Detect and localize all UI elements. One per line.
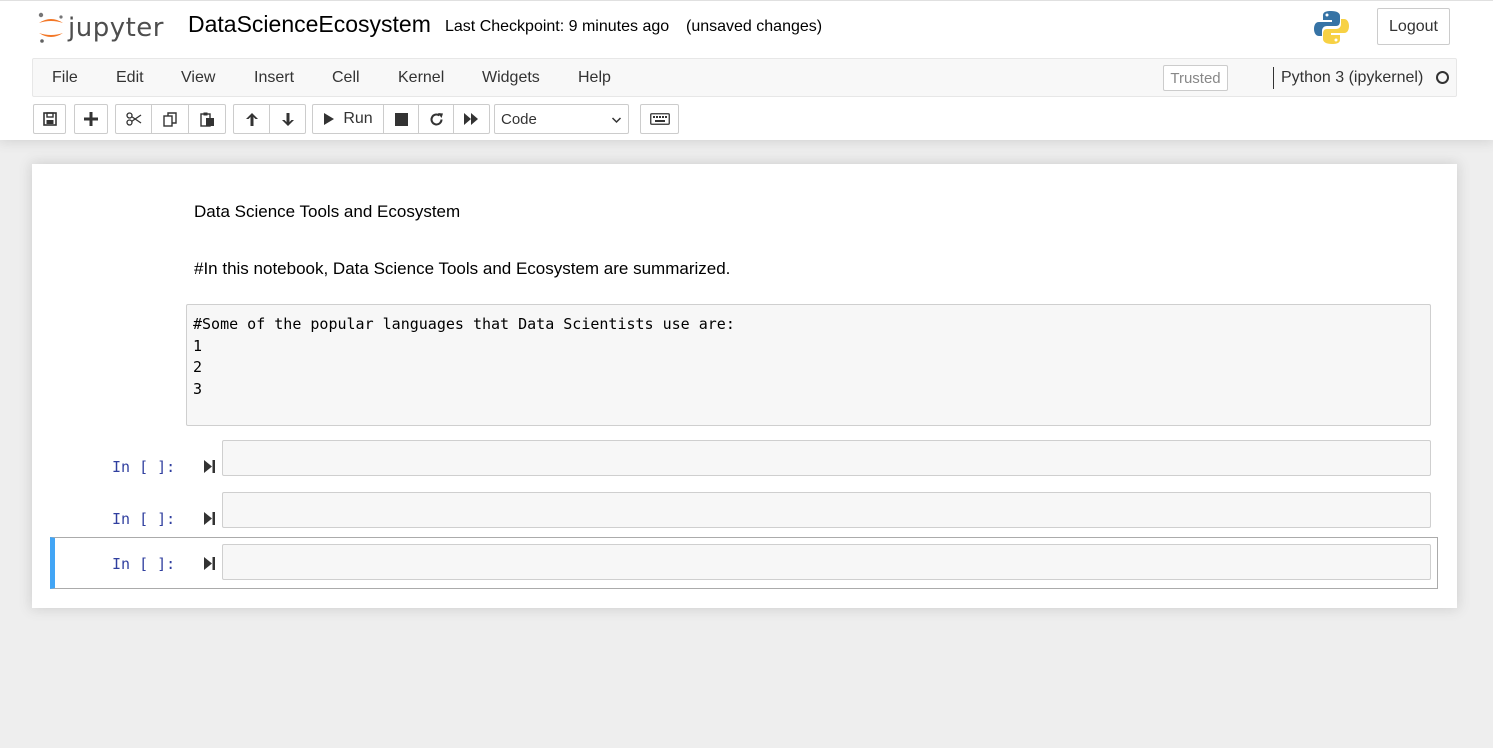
insert-cell-button[interactable] [74, 104, 108, 134]
menu-file[interactable]: File [52, 69, 78, 87]
copy-icon [162, 111, 177, 127]
header: jupyter DataScienceEcosystem Last Checkp… [0, 0, 1493, 140]
menu-edit[interactable]: Edit [116, 69, 144, 87]
keyboard-icon [649, 113, 670, 125]
save-icon [42, 112, 57, 126]
step-forward-icon[interactable] [203, 459, 216, 474]
cell-prompt: In [ ]: [112, 510, 176, 528]
kernel-idle-icon [1436, 71, 1449, 84]
menu-help[interactable]: Help [578, 69, 611, 87]
jupyter-logo-text: jupyter [68, 13, 164, 43]
play-icon [324, 113, 335, 125]
code-cell[interactable]: In [ ]: [50, 440, 1438, 492]
restart-button[interactable] [418, 104, 454, 134]
menu-cell[interactable]: Cell [332, 69, 360, 87]
plus-icon [84, 112, 98, 126]
markdown-cell-summary[interactable]: #In this notebook, Data Science Tools an… [194, 259, 730, 279]
logout-button[interactable]: Logout [1377, 8, 1450, 45]
step-forward-icon[interactable] [203, 556, 216, 571]
menu-insert[interactable]: Insert [254, 69, 294, 87]
jupyter-logo[interactable]: jupyter [36, 10, 171, 46]
copy-button[interactable] [151, 104, 189, 134]
move-up-button[interactable] [233, 104, 270, 134]
menubar: File Edit View Insert Cell Kernel Widget… [32, 58, 1457, 97]
jupyter-logo-icon [38, 12, 63, 43]
code-input[interactable] [222, 492, 1431, 528]
move-down-button[interactable] [269, 104, 306, 134]
fast-forward-icon [464, 113, 478, 125]
menu-widgets[interactable]: Widgets [482, 69, 540, 87]
autosave-status: (unsaved changes) [686, 18, 823, 35]
markdown-cell-heading[interactable]: Data Science Tools and Ecosystem [194, 202, 460, 222]
notebook-container: Data Science Tools and Ecosystem #In thi… [32, 164, 1457, 608]
python-logo-icon [1314, 11, 1349, 44]
interrupt-button[interactable] [383, 104, 419, 134]
menu-kernel[interactable]: Kernel [398, 69, 444, 87]
scissors-icon [125, 112, 141, 126]
cell-prompt: In [ ]: [112, 458, 176, 476]
trusted-indicator[interactable]: Trusted [1163, 65, 1228, 91]
menu-view[interactable]: View [181, 69, 215, 87]
code-input[interactable] [222, 440, 1431, 476]
step-forward-icon[interactable] [203, 511, 216, 526]
kernel-name[interactable]: Python 3 (ipykernel) [1281, 69, 1423, 87]
cut-button[interactable] [115, 104, 152, 134]
cell-type-value: Code [501, 110, 537, 128]
stop-icon [394, 112, 408, 126]
code-input[interactable] [222, 544, 1431, 580]
checkpoint-status: Last Checkpoint: 9 minutes ago [445, 18, 670, 35]
paste-button[interactable] [188, 104, 226, 134]
arrow-down-icon [281, 112, 294, 126]
paste-icon [199, 112, 214, 127]
markdown-cell-languages-editor[interactable]: #Some of the popular languages that Data… [186, 304, 1431, 426]
cell-prompt: In [ ]: [112, 555, 176, 573]
restart-run-all-button[interactable] [453, 104, 490, 134]
kernel-separator [1273, 67, 1274, 89]
code-cell-selected[interactable]: In [ ]: [50, 537, 1438, 589]
command-palette-button[interactable] [640, 104, 679, 134]
chevron-down-icon [611, 117, 622, 124]
run-button-label: Run [343, 110, 373, 127]
restart-icon [430, 112, 443, 125]
notebook-title[interactable]: DataScienceEcosystem [188, 11, 431, 38]
save-button[interactable] [33, 104, 66, 134]
cell-type-select[interactable]: Code [494, 104, 629, 134]
run-button[interactable]: Run [312, 104, 384, 134]
arrow-up-icon [245, 112, 258, 126]
